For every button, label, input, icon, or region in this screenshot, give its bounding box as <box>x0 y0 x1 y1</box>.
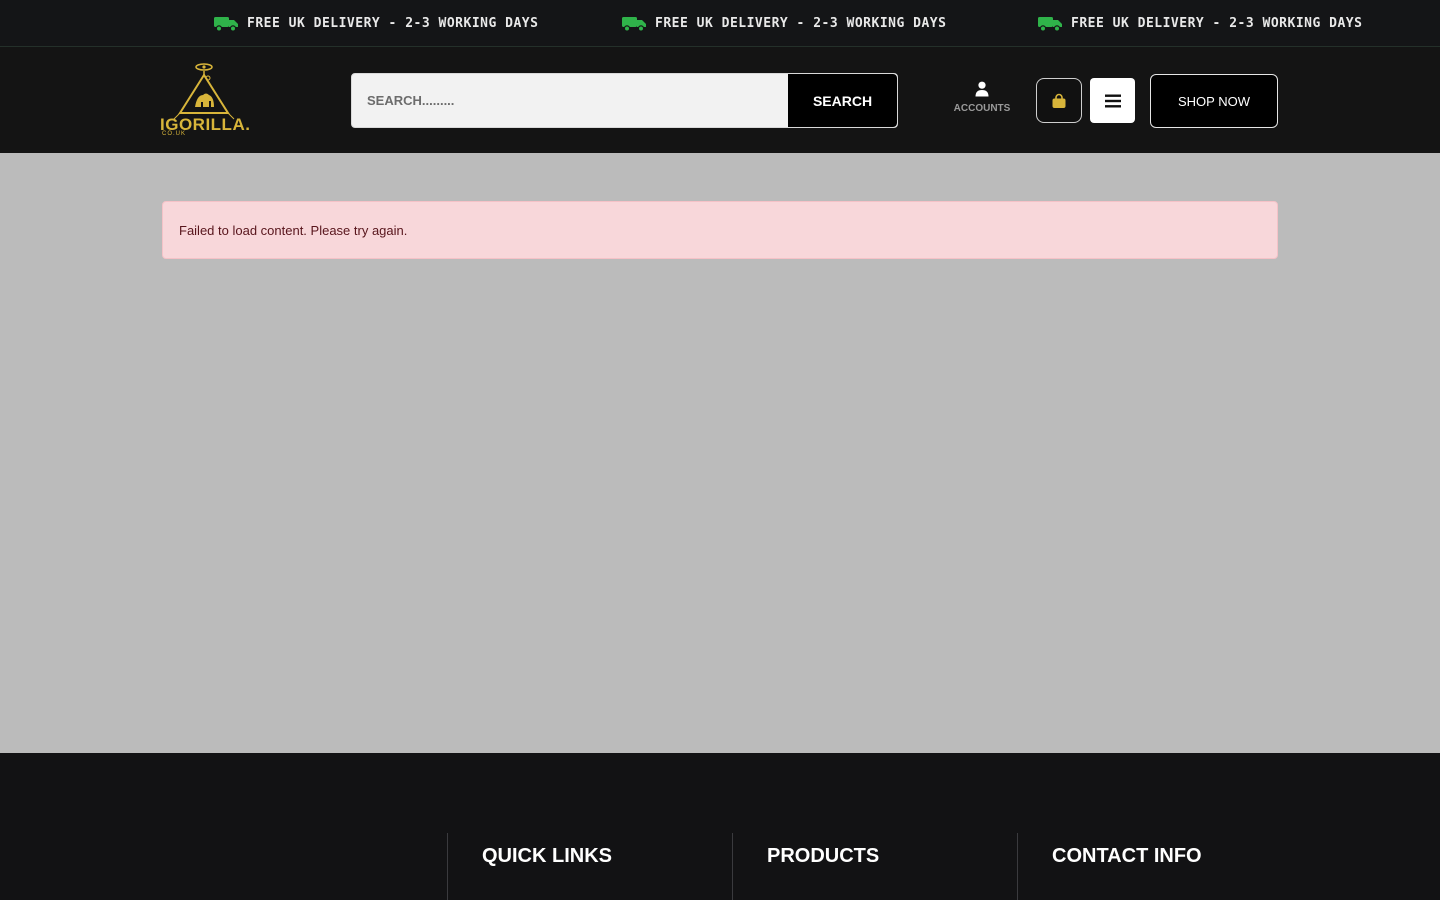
truck-icon <box>622 17 646 32</box>
cart-button[interactable] <box>1036 78 1082 123</box>
promo-text: FREE UK DELIVERY - 2-3 WORKING DAYS <box>655 15 947 31</box>
logo-subtext: CO.UK <box>162 131 187 137</box>
truck-icon <box>214 17 238 32</box>
search-bar: SEARCH <box>351 73 898 128</box>
error-alert: Failed to load content. Please try again… <box>162 201 1278 259</box>
account-link[interactable]: ACCOUNTS <box>946 81 1018 125</box>
truck-icon <box>1038 17 1062 32</box>
shopping-bag-icon <box>1052 93 1066 108</box>
footer-heading: PRODUCTS <box>767 845 880 867</box>
promo-item: FREE UK DELIVERY - 2-3 WORKING DAYS <box>1037 0 1362 46</box>
footer-heading: QUICK LINKS <box>482 845 612 867</box>
footer-column-contact-info: CONTACT INFO <box>1017 833 1302 900</box>
hamburger-menu-icon <box>1104 94 1121 107</box>
site-footer: QUICK LINKS PRODUCTS CONTACT INFO <box>0 753 1440 900</box>
promo-bar: FREE UK DELIVERY - 2-3 WORKING DAYS FREE… <box>0 0 1440 47</box>
shop-now-button[interactable]: SHOP NOW <box>1150 74 1278 128</box>
account-label: ACCOUNTS <box>953 103 1011 114</box>
promo-text: FREE UK DELIVERY - 2-3 WORKING DAYS <box>1071 15 1363 31</box>
promo-item: FREE UK DELIVERY - 2-3 WORKING DAYS <box>213 0 538 46</box>
main-content: Failed to load content. Please try again… <box>0 153 1440 753</box>
menu-button[interactable] <box>1090 78 1135 123</box>
search-input[interactable] <box>352 74 790 127</box>
promo-item: FREE UK DELIVERY - 2-3 WORKING DAYS <box>621 0 946 46</box>
footer-column-products: PRODUCTS <box>732 833 1017 900</box>
footer-heading: CONTACT INFO <box>1052 845 1202 867</box>
search-button[interactable]: SEARCH <box>788 74 897 127</box>
promo-text: FREE UK DELIVERY - 2-3 WORKING DAYS <box>247 15 539 31</box>
user-icon <box>975 81 989 97</box>
site-header: IGORILLA. CO.UK SEARCH ACCOUNTS SHOP NOW <box>0 47 1440 153</box>
footer-column-quick-links: QUICK LINKS <box>447 833 732 900</box>
